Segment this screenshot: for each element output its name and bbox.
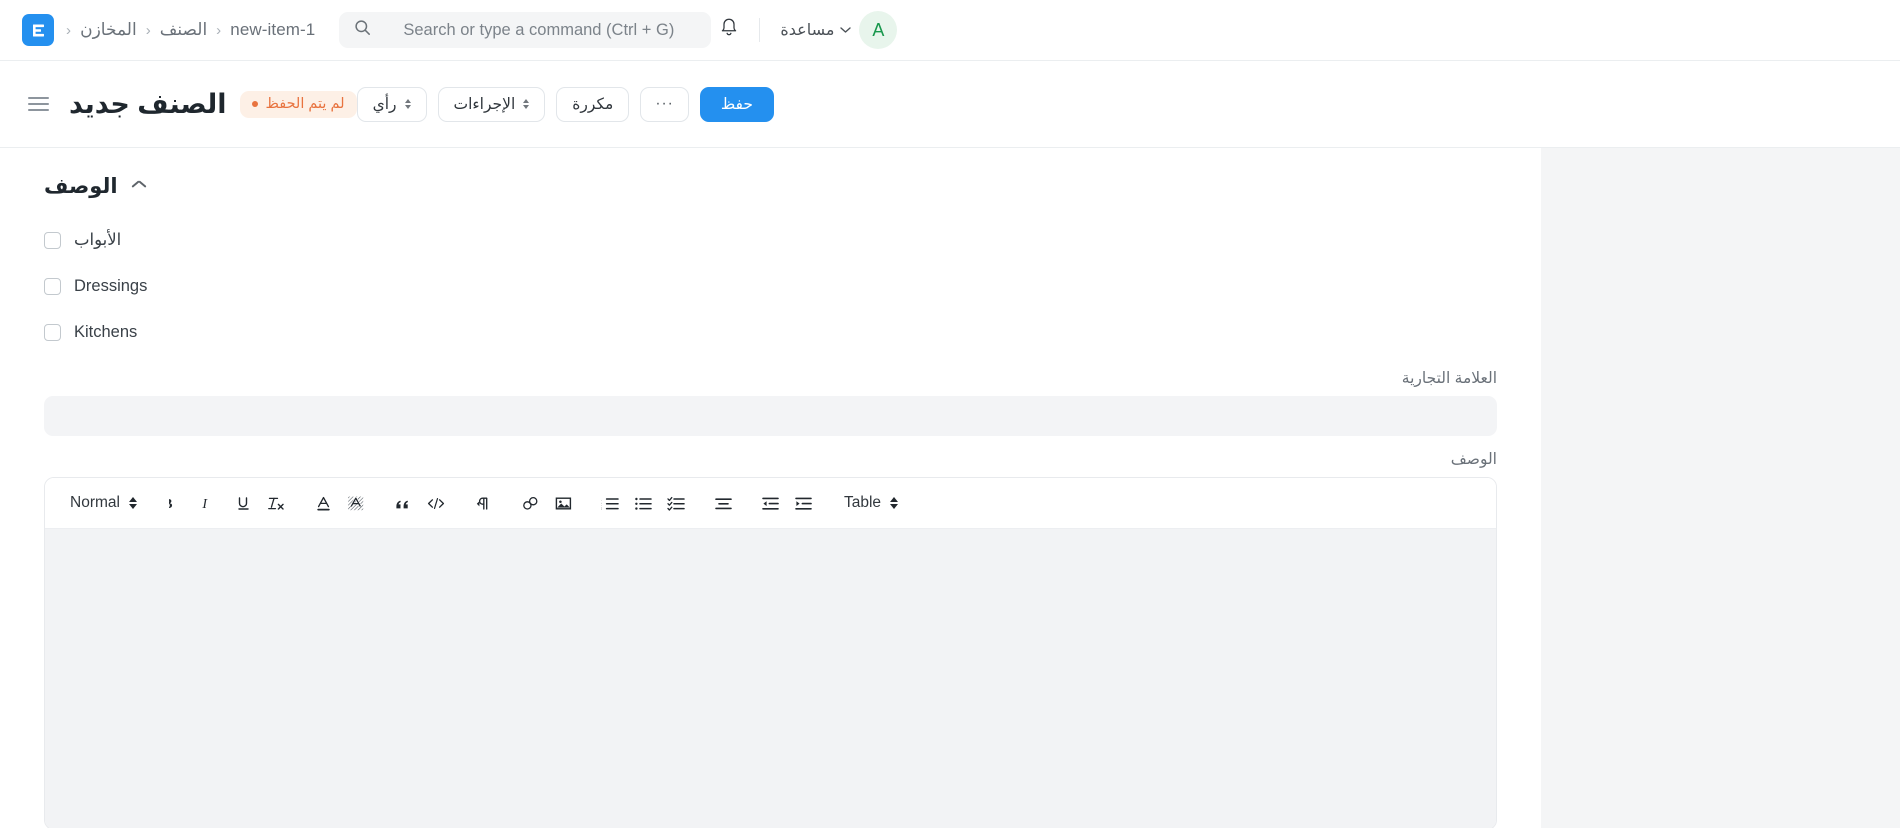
page-head-title-area: الصنف جديد لم يتم الحفظ: [22, 70, 357, 137]
breadcrumb: ‹ المخازن ‹ الصنف ‹ new-item-1: [66, 20, 315, 40]
save-button[interactable]: حفظ: [699, 86, 774, 122]
chevron-updown-icon: [523, 99, 530, 109]
checklist-button[interactable]: [661, 488, 692, 519]
brand-label: العلامة التجارية: [1401, 370, 1497, 387]
text-direction-rtl-icon[interactable]: [468, 488, 499, 519]
more-button[interactable]: ···: [640, 86, 689, 122]
avatar[interactable]: A: [859, 11, 898, 49]
chevron-up-icon[interactable]: [132, 182, 146, 191]
bold-button[interactable]: B: [162, 488, 193, 519]
brand-input[interactable]: [44, 396, 1497, 436]
form-inner: الوصف الأبواب Dressings Kitchens العلامة…: [0, 148, 1541, 828]
description-field-block: الوصف Normal B I: [44, 450, 1497, 828]
checkbox-label-dressings: Dressings: [74, 276, 148, 295]
search-icon: [354, 19, 371, 41]
checkbox-row-dressings[interactable]: Dressings: [44, 263, 1497, 309]
save-button-label: حفظ: [720, 95, 753, 113]
section-header-description[interactable]: الوصف: [44, 174, 1497, 199]
top-navbar: ‹ المخازن ‹ الصنف ‹ new-item-1 Search or…: [0, 0, 1900, 61]
align-button[interactable]: [708, 488, 739, 519]
chevron-updown-icon: [404, 99, 411, 109]
breadcrumb-item-new-item[interactable]: new-item-1: [230, 20, 315, 40]
chevron-updown-icon: [890, 497, 899, 509]
erpnext-logo-icon[interactable]: [22, 14, 54, 46]
status-badge-label: لم يتم الحفظ: [265, 95, 345, 112]
duplicate-button[interactable]: مكررة: [556, 86, 630, 122]
outdent-button[interactable]: [755, 488, 786, 519]
search-placeholder: Search or type a command (Ctrl + G): [403, 20, 675, 39]
underline-button[interactable]: [228, 488, 259, 519]
help-label: مساعدة: [780, 22, 835, 39]
checkbox-row-kitchens[interactable]: Kitchens: [44, 309, 1497, 355]
avatar-initial: A: [872, 19, 885, 40]
editor-toolbar: Normal B I: [45, 478, 1496, 529]
form-content-card: الوصف الأبواب Dressings Kitchens العلامة…: [0, 148, 1541, 828]
search-input[interactable]: Search or type a command (Ctrl + G): [339, 12, 712, 48]
bell-icon: [719, 17, 739, 43]
italic-button[interactable]: I: [195, 488, 226, 519]
breadcrumb-separator: ‹: [145, 21, 151, 39]
indent-button[interactable]: [788, 488, 819, 519]
hamburger-menu-icon[interactable]: [22, 89, 55, 120]
breadcrumb-item-item[interactable]: الصنف: [160, 20, 207, 40]
page-action-bar: الصنف جديد لم يتم الحفظ رأي الإجراءات مك…: [0, 61, 1900, 148]
text-style-select[interactable]: Normal: [61, 488, 146, 519]
rich-text-editor: Normal B I: [44, 477, 1497, 828]
clear-format-button[interactable]: [261, 488, 292, 519]
actions-button[interactable]: الإجراءات: [437, 86, 546, 122]
table-select-value: Table: [843, 494, 882, 511]
description-label: الوصف: [1450, 451, 1497, 468]
actions-button-label: الإجراءات: [453, 95, 516, 113]
breadcrumb-item-warehouses[interactable]: المخازن: [80, 20, 137, 40]
navbar-utility-area: Search or type a command (Ctrl + G) مساع…: [315, 11, 913, 49]
bullet-list-button[interactable]: [628, 488, 659, 519]
checkbox-row-doors[interactable]: الأبواب: [44, 217, 1497, 263]
help-menu-button[interactable]: مساعدة: [772, 14, 859, 46]
duplicate-button-label: مكررة: [572, 95, 614, 113]
page-title: الصنف جديد: [69, 88, 227, 119]
page-body: الوصف الأبواب Dressings Kitchens العلامة…: [0, 148, 1900, 828]
checkbox-label-kitchens: Kitchens: [74, 322, 138, 341]
code-button[interactable]: [421, 488, 452, 519]
page-head-actions: رأي الإجراءات مكررة ··· حفظ: [356, 86, 774, 122]
navbar-divider: [759, 18, 761, 42]
text-color-button[interactable]: [308, 488, 339, 519]
image-button[interactable]: [548, 488, 579, 519]
view-button-label: رأي: [372, 95, 397, 113]
link-button[interactable]: [515, 488, 546, 519]
status-badge: لم يتم الحفظ: [240, 90, 357, 118]
navbar-breadcrumb-area: ‹ المخازن ‹ الصنف ‹ new-item-1: [22, 14, 315, 46]
status-dot-icon: [252, 100, 259, 107]
svg-text:3: 3: [601, 506, 602, 511]
blockquote-button[interactable]: [388, 488, 419, 519]
chevron-updown-icon: [128, 497, 137, 509]
editor-content-area[interactable]: [45, 529, 1496, 828]
checkbox-doors[interactable]: [44, 231, 61, 249]
ordered-list-button[interactable]: 1 2 3: [595, 488, 626, 519]
more-button-label: ···: [655, 95, 674, 112]
svg-text:B: B: [169, 497, 173, 512]
checkbox-label-doors: الأبواب: [74, 231, 122, 249]
section-title: الوصف: [44, 175, 118, 198]
breadcrumb-separator: ‹: [216, 21, 222, 39]
breadcrumb-separator: ‹: [66, 21, 72, 39]
view-button[interactable]: رأي: [356, 86, 427, 122]
checkbox-kitchens[interactable]: [44, 323, 61, 341]
table-select[interactable]: Table: [835, 488, 907, 519]
highlight-button[interactable]: [341, 488, 372, 519]
svg-text:I: I: [202, 497, 208, 512]
brand-field-block: العلامة التجارية: [44, 369, 1497, 436]
checkbox-dressings[interactable]: [44, 277, 61, 295]
chevron-down-icon: [840, 21, 852, 39]
notifications-button[interactable]: [711, 12, 747, 48]
text-style-value: Normal: [70, 494, 120, 511]
